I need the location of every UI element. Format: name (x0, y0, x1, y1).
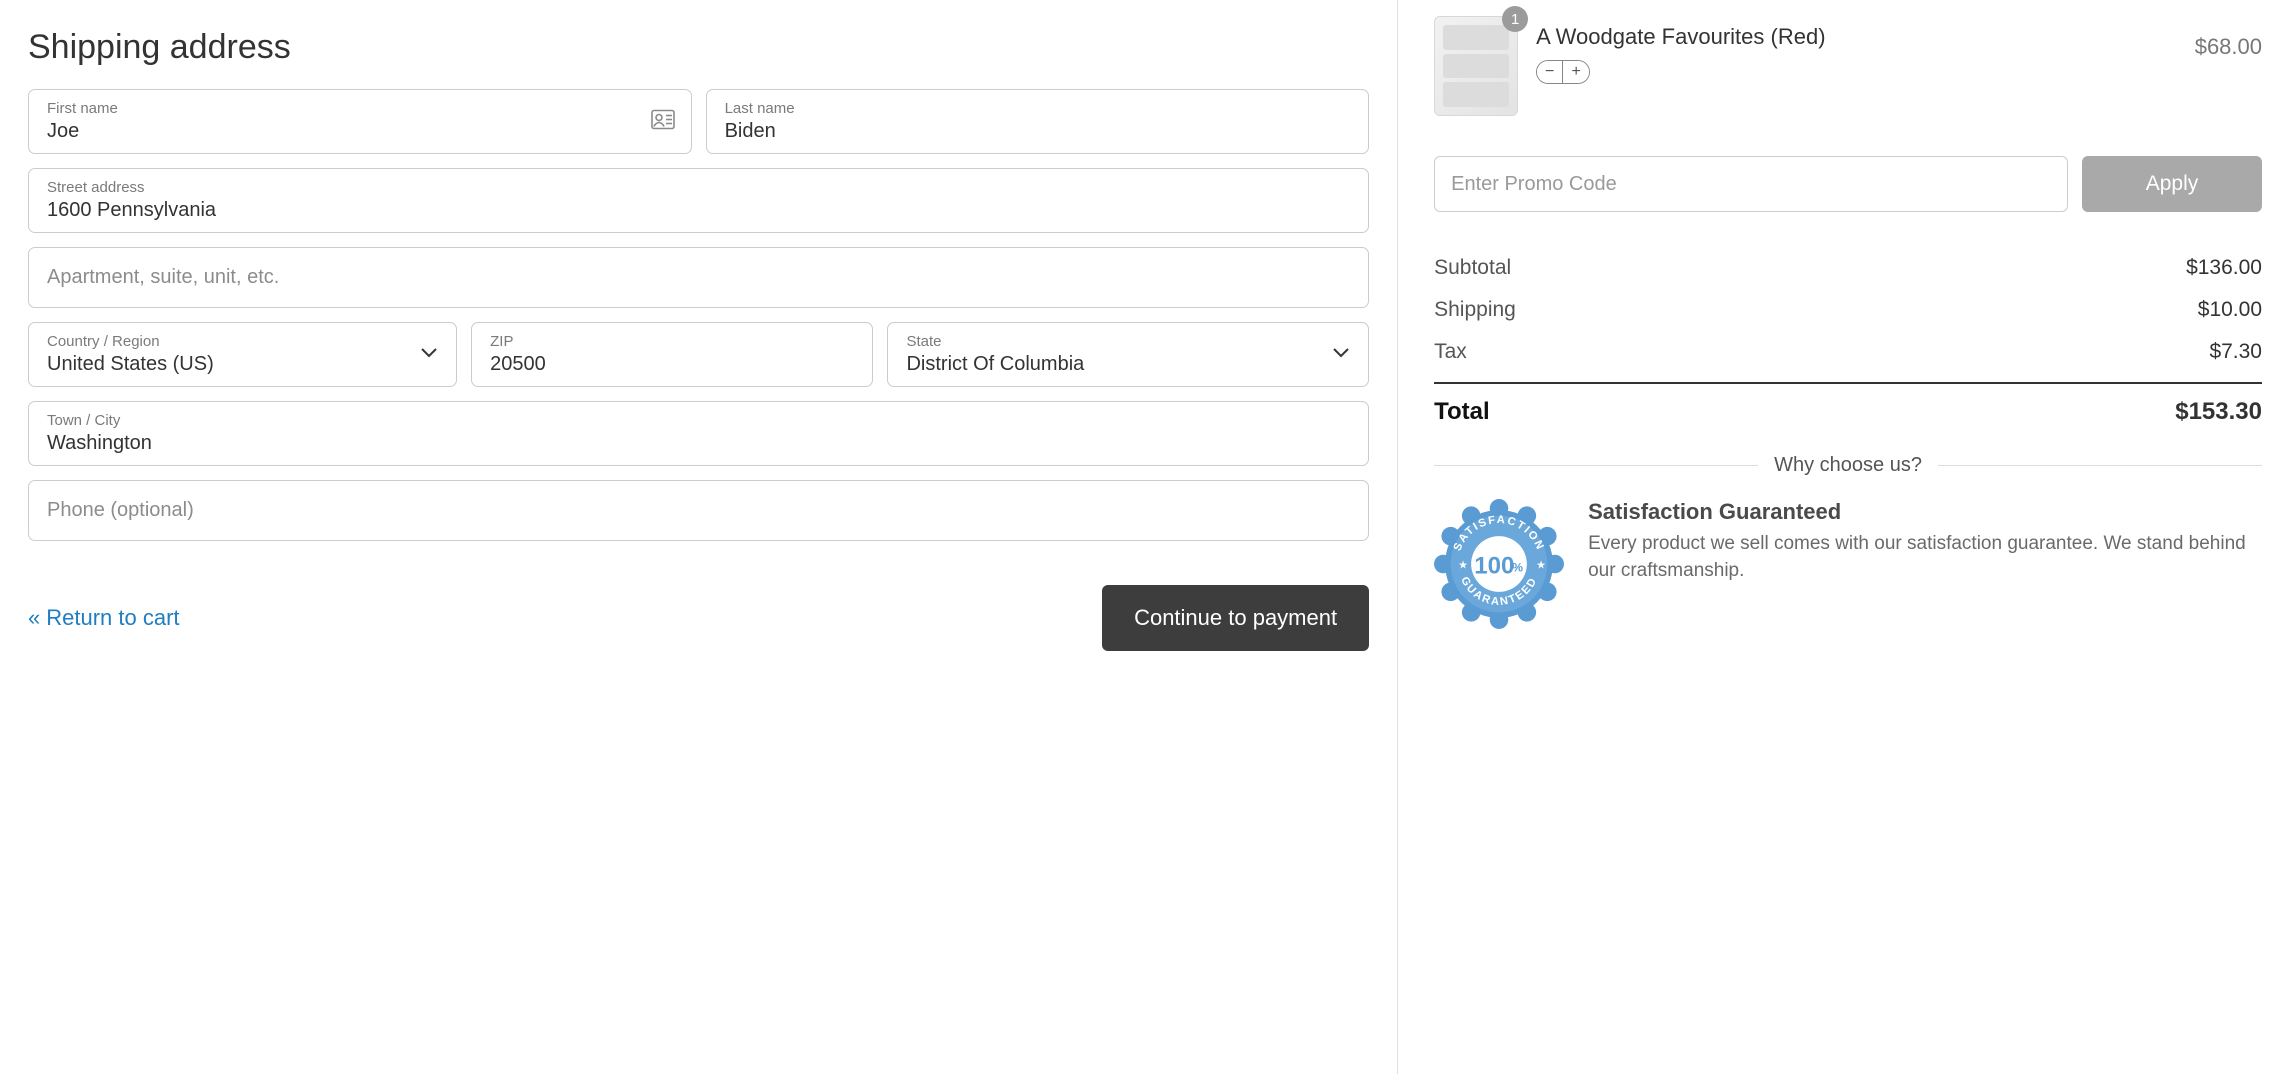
apt-input[interactable] (47, 266, 1350, 289)
last-name-input[interactable] (725, 120, 1351, 143)
feature-text: Every product we sell comes with our sat… (1588, 531, 2262, 584)
return-label: Return to cart (46, 605, 179, 630)
svg-text:100: 100 (1474, 552, 1514, 579)
svg-text:%: % (1512, 560, 1523, 574)
feature-satisfaction: 100 % SATISFACTION GUARANTEED ★ ★ Satisf… (1434, 499, 2262, 629)
state-field[interactable]: State (887, 322, 1369, 387)
total-value: $153.30 (2175, 398, 2262, 426)
first-name-input[interactable] (47, 120, 673, 143)
page-title: Shipping address (28, 28, 1369, 67)
street-input[interactable] (47, 199, 1350, 222)
total-row: Total $153.30 (1434, 398, 2262, 426)
why-heading-text: Why choose us? (1774, 454, 1922, 477)
shipping-row: Shipping $10.00 (1434, 298, 2262, 322)
street-field[interactable]: Street address (28, 168, 1369, 233)
city-label: Town / City (47, 412, 1350, 430)
shipping-form: Shipping address First name La (0, 0, 1398, 1074)
subtotal-label: Subtotal (1434, 256, 1511, 280)
first-name-label: First name (47, 100, 673, 118)
tax-label: Tax (1434, 340, 1467, 364)
cart-item-name: A Woodgate Favourites (Red) (1536, 24, 2177, 50)
city-field[interactable]: Town / City (28, 401, 1369, 466)
apply-promo-button[interactable]: Apply (2082, 156, 2262, 212)
first-name-field[interactable]: First name (28, 89, 692, 154)
contact-card-icon (651, 109, 675, 134)
svg-text:★: ★ (1536, 560, 1546, 572)
zip-label: ZIP (490, 333, 854, 351)
state-select[interactable] (906, 353, 1350, 376)
return-to-cart-link[interactable]: «Return to cart (28, 605, 180, 631)
phone-field[interactable] (28, 480, 1369, 541)
svg-text:★: ★ (1458, 560, 1468, 572)
last-name-field[interactable]: Last name (706, 89, 1370, 154)
continue-button[interactable]: Continue to payment (1102, 585, 1369, 651)
zip-field[interactable]: ZIP (471, 322, 873, 387)
street-label: Street address (47, 179, 1350, 197)
guarantee-badge-icon: 100 % SATISFACTION GUARANTEED ★ ★ (1434, 499, 1564, 629)
country-select[interactable] (47, 353, 438, 376)
city-input[interactable] (47, 432, 1350, 455)
promo-code-input[interactable] (1434, 156, 2068, 212)
qty-decrease-button[interactable]: − (1537, 61, 1563, 83)
tax-row: Tax $7.30 (1434, 340, 2262, 364)
country-label: Country / Region (47, 333, 438, 351)
shipping-label: Shipping (1434, 298, 1516, 322)
qty-badge: 1 (1502, 6, 1528, 32)
laquo-icon: « (28, 605, 40, 630)
feature-title: Satisfaction Guaranteed (1588, 499, 2262, 525)
last-name-label: Last name (725, 100, 1351, 118)
apt-field[interactable] (28, 247, 1369, 308)
tax-value: $7.30 (2209, 340, 2262, 364)
shipping-value: $10.00 (2198, 298, 2262, 322)
subtotal-row: Subtotal $136.00 (1434, 256, 2262, 280)
zip-input[interactable] (490, 353, 854, 376)
state-label: State (906, 333, 1350, 351)
quantity-stepper[interactable]: − + (1536, 60, 1590, 84)
total-label: Total (1434, 398, 1490, 426)
cart-item-thumb: 1 (1434, 16, 1518, 116)
cart-item: 1 A Woodgate Favourites (Red) − + $68.00 (1434, 16, 2262, 116)
order-summary: 1 A Woodgate Favourites (Red) − + $68.00… (1398, 0, 2292, 1074)
qty-increase-button[interactable]: + (1563, 61, 1589, 83)
cart-item-price: $68.00 (2195, 34, 2262, 60)
country-field[interactable]: Country / Region (28, 322, 457, 387)
phone-input[interactable] (47, 499, 1350, 522)
product-image (1434, 16, 1518, 116)
why-choose-us-heading: Why choose us? (1434, 454, 2262, 477)
subtotal-value: $136.00 (2186, 256, 2262, 280)
